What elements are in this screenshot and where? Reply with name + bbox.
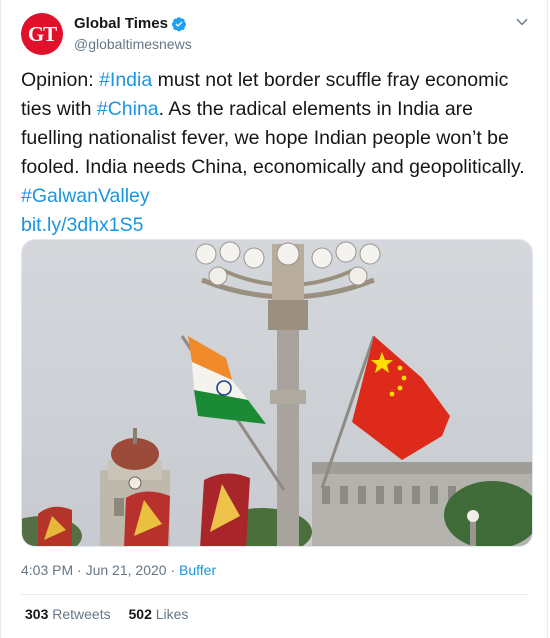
retweets-stat[interactable]: 303 Retweets bbox=[25, 606, 111, 622]
chevron-down-icon[interactable] bbox=[515, 15, 529, 29]
verified-badge-icon bbox=[171, 16, 186, 31]
hashtag-china-link[interactable]: #China bbox=[97, 98, 159, 120]
meta-separator: · bbox=[73, 562, 86, 578]
meta-separator-2: · bbox=[166, 562, 180, 578]
tweet-stats: 303 Retweets 502 Likes bbox=[25, 606, 202, 622]
tweet-text: Opinion: #India must not let border scuf… bbox=[21, 66, 533, 240]
divider bbox=[21, 594, 529, 595]
flags-photo-image bbox=[22, 240, 532, 546]
hashtag-india-link[interactable]: #India bbox=[99, 69, 152, 91]
likes-stat[interactable]: 502 Likes bbox=[129, 606, 189, 622]
avatar[interactable]: GT bbox=[21, 13, 63, 55]
tweet-source-link[interactable]: Buffer bbox=[179, 562, 216, 578]
tweet-photo[interactable] bbox=[21, 239, 533, 547]
tweet-header: GT Global Times @globaltimesnews bbox=[21, 13, 529, 57]
likes-count: 502 bbox=[128, 606, 152, 622]
likes-label: Likes bbox=[155, 606, 189, 622]
tweet-card: GT Global Times @globaltimesnews Opinion… bbox=[0, 0, 548, 638]
retweets-label: Retweets bbox=[52, 606, 111, 622]
author-names: Global Times @globaltimesnews bbox=[74, 15, 192, 52]
hashtag-galwanvalley-link[interactable]: #GalwanValley bbox=[21, 185, 150, 207]
short-url-link[interactable]: bit.ly/3dhx1S5 bbox=[21, 214, 144, 236]
tweet-date[interactable]: Jun 21, 2020 bbox=[86, 562, 167, 578]
tweet-time[interactable]: 4:03 PM bbox=[21, 562, 73, 578]
tweet-meta: 4:03 PM · Jun 21, 2020 · Buffer bbox=[21, 562, 216, 578]
author-display-name-row: Global Times bbox=[74, 15, 187, 32]
retweets-count: 303 bbox=[25, 606, 49, 622]
display-name[interactable]: Global Times bbox=[74, 15, 168, 32]
text-intro: Opinion: bbox=[21, 69, 100, 91]
handle[interactable]: @globaltimesnews bbox=[74, 36, 192, 52]
